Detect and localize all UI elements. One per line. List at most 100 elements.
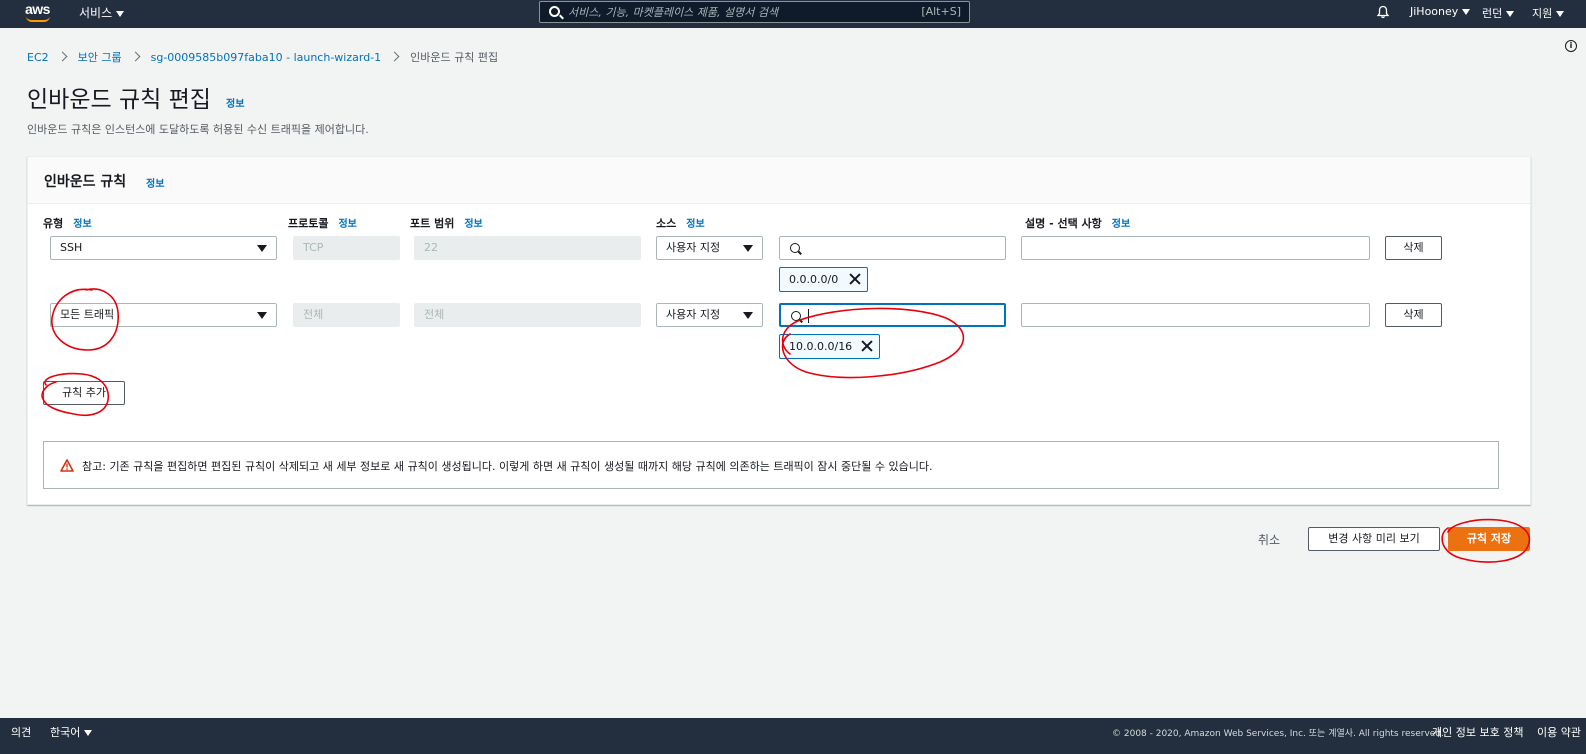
rule-2-type-value: 모든 트래픽 [60,308,115,321]
rule-1-source-token: 0.0.0.0/0 [779,267,868,292]
rule-1-source-token-value: 0.0.0.0/0 [789,273,839,286]
col-protocol-label: 프로토콜 [288,217,329,230]
caret-down-icon [1462,9,1471,15]
aws-logo[interactable]: aws [24,0,54,24]
page-title: 인바운드 규칙 편집 [27,87,211,113]
rule-2-protocol-value: 전체 [303,308,324,321]
breadcrumb-ec2[interactable]: EC2 [27,51,49,64]
rule-2-delete-button[interactable]: 삭제 [1385,303,1442,327]
remove-token-icon[interactable] [861,340,873,352]
caret-down-icon [743,245,753,252]
rule-2-port-range: 전체 [414,303,641,327]
panel-header: 인바운드 규칙 정보 [28,157,1530,204]
breadcrumb-security-groups[interactable]: 보안 그룹 [78,51,122,64]
top-nav: aws 서비스 [Alt+S] JiHooney 런던 지원 [0,0,1586,28]
copyright: © 2008 - 2020, Amazon Web Services, Inc.… [1112,729,1444,739]
col-port-range-info[interactable]: 정보 [464,219,482,230]
col-source: 소스 정보 [656,215,705,231]
user-menu[interactable]: JiHooney [1410,5,1471,18]
warning-message: 참고: 기존 규칙을 편집하면 편집된 규칙이 삭제되고 새 세부 정보로 새 … [82,460,933,473]
col-type: 유형 정보 [43,215,92,231]
panel-title: 인바운드 규칙 [44,174,127,190]
terms-link[interactable]: 이용 약관 [1537,724,1581,740]
search-icon [790,243,800,253]
search-shortcut: [Alt+S] [921,5,961,18]
global-search-input[interactable] [568,4,908,20]
panel-info-link[interactable]: 정보 [146,175,164,190]
breadcrumb-security-group[interactable]: sg-0009585b097faba10 - launch-wizard-1 [151,51,382,64]
rule-1-protocol-value: TCP [303,241,324,254]
search-icon [549,6,560,17]
breadcrumb-current: 인바운드 규칙 편집 [410,51,499,64]
info-panel-icon[interactable]: i [1565,40,1577,52]
col-port-range-label: 포트 범위 [410,217,455,230]
search-icon [791,311,801,321]
rule-1-protocol: TCP [293,236,400,260]
col-source-info[interactable]: 정보 [686,219,704,230]
language-select[interactable]: 한국어 [50,724,93,740]
rule-1-type-select[interactable]: SSH [50,236,277,260]
rule-1-source-type-select[interactable]: 사용자 지정 [656,236,763,260]
region-menu[interactable]: 런던 [1482,5,1515,21]
support-label: 지원 [1532,7,1553,20]
rule-1-source-search[interactable] [779,236,1006,260]
feedback-link[interactable]: 의견 [11,724,31,740]
rule-1-port-range: 22 [414,236,641,260]
rule-2-source-token-value: 10.0.0.0/16 [789,340,853,353]
region-name: 런던 [1482,7,1503,20]
support-menu[interactable]: 지원 [1532,5,1565,21]
rule-2-port-range-value: 전체 [424,308,445,321]
col-port-range: 포트 범위 정보 [410,215,483,231]
caret-down-icon [116,10,125,17]
rule-1-description-input[interactable] [1021,236,1370,260]
privacy-link[interactable]: 개인 정보 보호 정책 [1432,724,1523,740]
services-label: 서비스 [79,6,113,20]
user-name: JiHooney [1410,5,1459,18]
rule-2-source-type-select[interactable]: 사용자 지정 [656,303,763,327]
inbound-rules-panel: 인바운드 규칙 정보 유형 정보 프로토콜 정보 포트 범위 정보 소스 정보 설명 -… [27,156,1531,505]
col-protocol-info[interactable]: 정보 [338,219,356,230]
remove-token-icon[interactable] [849,273,861,285]
col-type-info[interactable]: 정보 [73,219,91,230]
language-label: 한국어 [50,726,81,739]
warning-alert: 참고: 기존 규칙을 편집하면 편집된 규칙이 삭제되고 새 세부 정보로 새 … [43,441,1499,489]
warning-icon [60,459,74,472]
add-rule-button[interactable]: 규칙 추가 [43,381,125,405]
rule-1-type-value: SSH [60,241,83,254]
col-description-label: 설명 - 선택 사항 [1025,217,1102,230]
caret-down-icon [257,312,267,319]
caret-down-icon [257,245,267,252]
rule-1-delete-button[interactable]: 삭제 [1385,236,1442,260]
rule-1-port-range-value: 22 [424,241,438,254]
rule-1-source-type-value: 사용자 지정 [666,241,721,254]
chevron-right-icon [130,51,141,62]
save-rules-button[interactable]: 규칙 저장 [1448,527,1530,551]
services-menu[interactable]: 서비스 [79,4,125,21]
col-type-label: 유형 [43,217,64,230]
rule-2-protocol: 전체 [293,303,400,327]
rule-2-type-select[interactable]: 모든 트래픽 [50,303,277,327]
aws-logo-text: aws [25,1,50,17]
title-info-link[interactable]: 정보 [226,95,244,110]
col-protocol: 프로토콜 정보 [288,215,357,231]
col-source-label: 소스 [656,217,677,230]
footer: 의견 한국어 © 2008 - 2020, Amazon Web Service… [0,718,1586,754]
preview-changes-button[interactable]: 변경 사항 미리 보기 [1308,527,1440,551]
aws-smile-icon [26,16,50,22]
page-description: 인바운드 규칙은 인스턴스에 도달하도록 허용된 수신 트래픽을 제어합니다. [27,123,369,136]
caret-down-icon [743,312,753,319]
rule-2-source-search[interactable] [779,303,1006,327]
rule-2-description-input[interactable] [1021,303,1370,327]
rule-2-source-token: 10.0.0.0/16 [779,334,880,359]
caret-down-icon [1506,11,1515,17]
bell-icon[interactable] [1376,5,1390,19]
global-search[interactable]: [Alt+S] [539,1,970,23]
chevron-right-icon [57,51,68,62]
rule-2-source-type-value: 사용자 지정 [666,308,721,321]
col-description: 설명 - 선택 사항 정보 [1025,215,1130,231]
col-description-info[interactable]: 정보 [1112,219,1130,230]
caret-down-icon [84,730,93,736]
text-cursor [808,309,809,323]
breadcrumb: EC2 보안 그룹 sg-0009585b097faba10 - launch-wi… [27,49,498,65]
cancel-button[interactable]: 취소 [1258,531,1280,548]
